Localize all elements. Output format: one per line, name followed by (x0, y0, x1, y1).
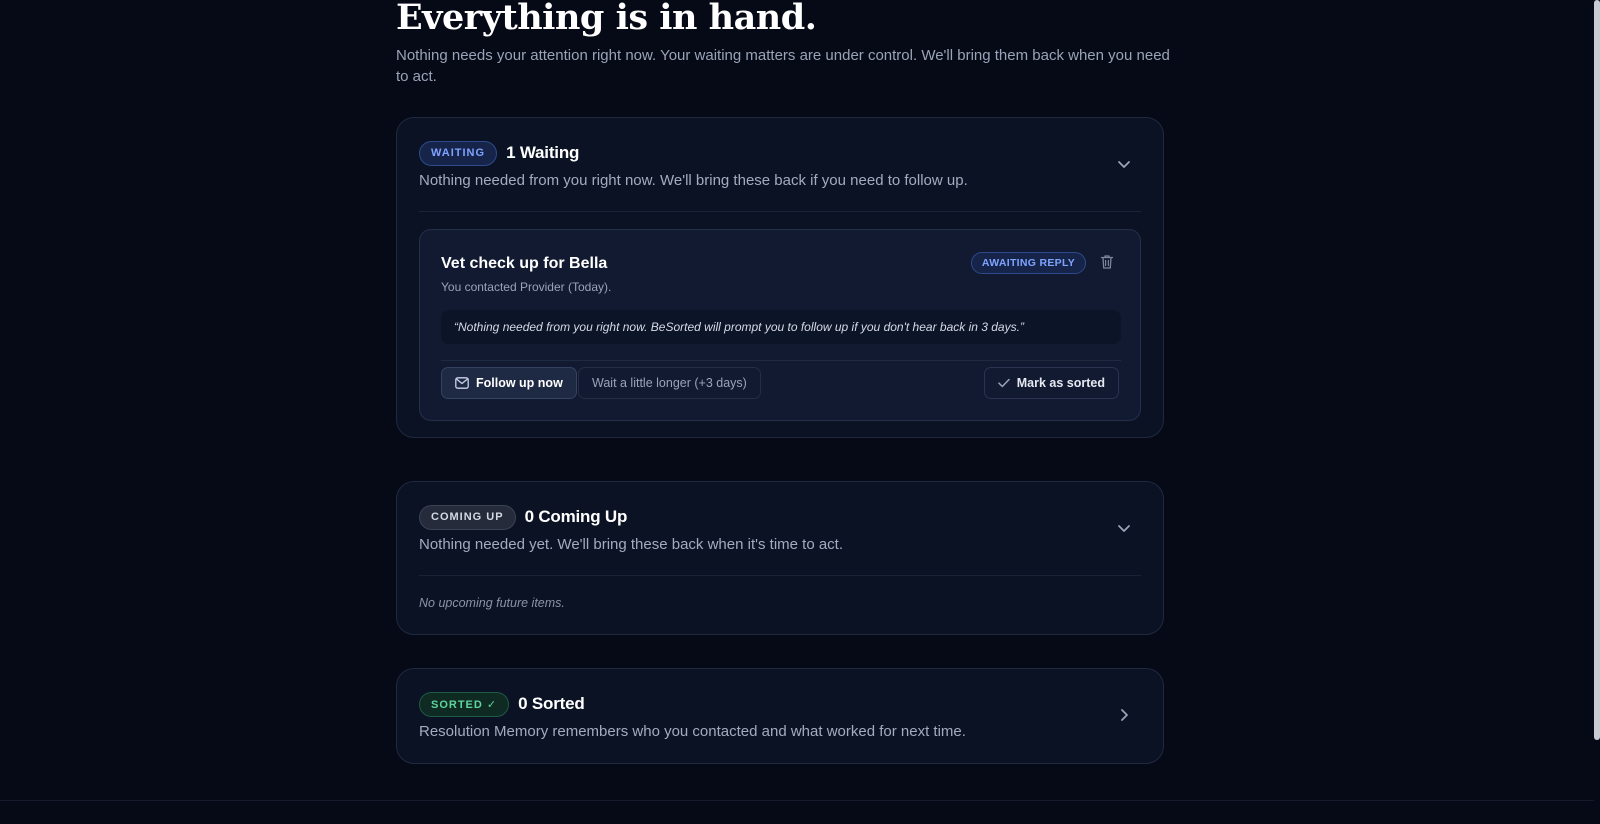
item-quote: “Nothing needed from you right now. BeSo… (441, 310, 1121, 344)
page: Everything is in hand. Nothing needs you… (0, 0, 1600, 824)
item-title: Vet check up for Bella (441, 255, 608, 272)
scrollbar-thumb[interactable] (1594, 0, 1600, 740)
page-title: Everything is in hand. (396, 0, 817, 38)
section-divider (419, 211, 1141, 212)
waiting-title: 1 Waiting (506, 143, 580, 162)
footer-divider (0, 800, 1594, 801)
sorted-title: 0 Sorted (518, 694, 585, 713)
mail-icon (455, 377, 469, 389)
coming-up-pill: COMING UP (419, 504, 516, 530)
coming-up-section: COMING UP 0 Coming Up Nothing needed yet… (396, 481, 1164, 635)
chevron-right-icon[interactable] (1115, 706, 1133, 724)
mark-as-sorted-label: Mark as sorted (1016, 376, 1105, 390)
waiting-pill: WAITING (419, 140, 498, 166)
chevron-down-icon[interactable] (1115, 155, 1133, 173)
awaiting-reply-badge: AWAITING REPLY (970, 252, 1086, 274)
mark-as-sorted-button[interactable]: Mark as sorted (983, 367, 1119, 399)
follow-up-now-label: Follow up now (476, 376, 563, 390)
chevron-down-icon[interactable] (1115, 519, 1133, 537)
item-subtitle: You contacted Provider (Today). (441, 280, 612, 294)
wait-longer-button[interactable]: Wait a little longer (+3 days) (578, 367, 761, 399)
sorted-section[interactable]: SORTED ✓ 0 Sorted Resolution Memory reme… (396, 668, 1164, 764)
coming-up-section-header[interactable]: COMING UP 0 Coming Up Nothing needed yet… (397, 482, 1163, 553)
card-divider (441, 360, 1121, 361)
section-divider (419, 575, 1141, 576)
wait-longer-label: Wait a little longer (+3 days) (592, 376, 747, 390)
coming-up-title: 0 Coming Up (524, 507, 628, 526)
waiting-item-card: Vet check up for Bella You contacted Pro… (419, 229, 1141, 421)
waiting-section: WAITING 1 Waiting Nothing needed from yo… (396, 117, 1164, 438)
coming-up-description: Nothing needed yet. We'll bring these ba… (419, 536, 844, 553)
sorted-section-header[interactable]: SORTED ✓ 0 Sorted Resolution Memory reme… (397, 669, 1163, 740)
check-icon (998, 378, 1010, 388)
empty-state-text: No upcoming future items. (419, 596, 565, 610)
trash-icon[interactable] (1100, 254, 1116, 270)
waiting-description: Nothing needed from you right now. We'll… (419, 172, 968, 189)
waiting-section-header[interactable]: WAITING 1 Waiting Nothing needed from yo… (397, 118, 1163, 189)
page-subtitle: Nothing needs your attention right now. … (396, 47, 1170, 85)
sorted-description: Resolution Memory remembers who you cont… (419, 723, 966, 740)
sorted-pill: SORTED ✓ (419, 691, 510, 717)
follow-up-now-button[interactable]: Follow up now (441, 367, 577, 399)
